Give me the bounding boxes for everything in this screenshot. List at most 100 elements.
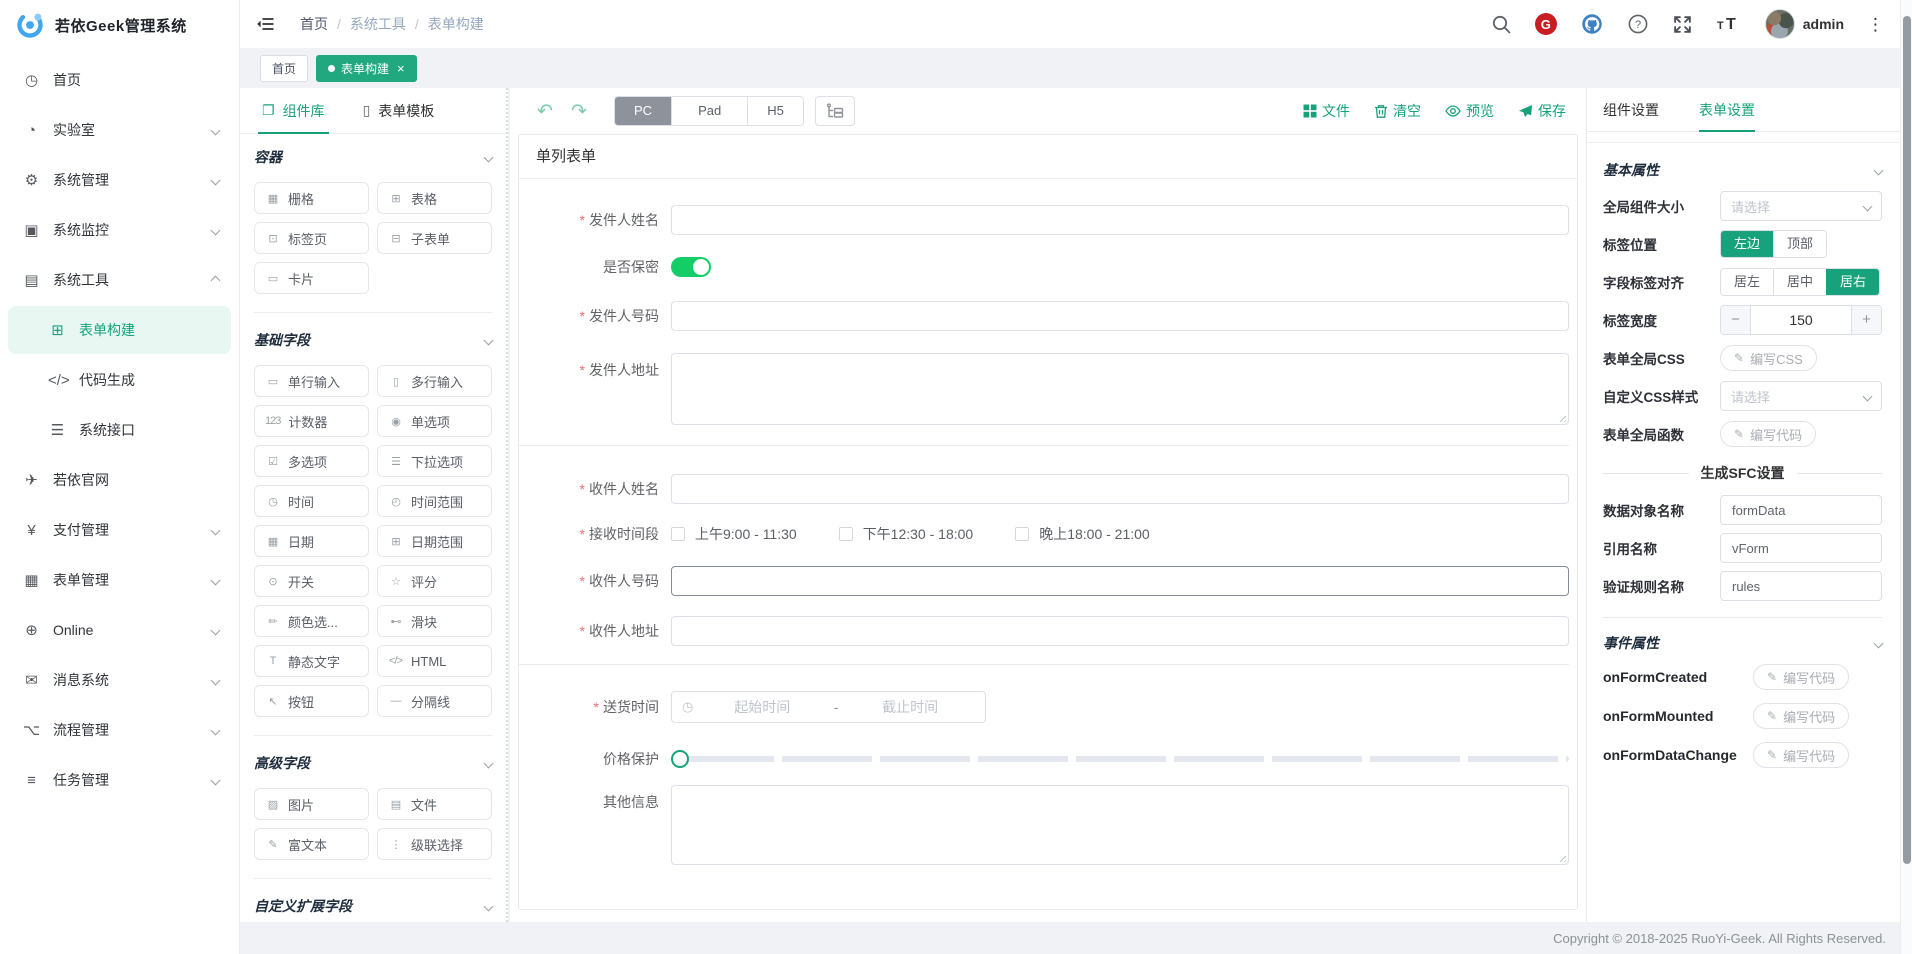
tag-form-build[interactable]: 表单构建 × xyxy=(316,55,417,82)
sidebar-item[interactable]: ◷ 首页 xyxy=(8,56,231,104)
widget-item[interactable]: ✎ 富文本 xyxy=(254,828,369,860)
increase-button[interactable]: + xyxy=(1851,306,1881,334)
checkbox-option[interactable]: 晚上18:00 - 21:00 xyxy=(1015,524,1150,544)
label-pos-top[interactable]: 顶部 xyxy=(1773,231,1826,257)
sender-phone-input[interactable] xyxy=(671,301,1569,331)
write-code-button[interactable]: ✎ 编写代码 xyxy=(1753,664,1849,690)
custom-css-select[interactable]: 请选择 xyxy=(1720,381,1882,411)
write-code-button[interactable]: ✎ 编写代码 xyxy=(1753,742,1849,768)
widget-item[interactable]: ◉ 单选项 xyxy=(377,405,492,437)
text-input[interactable]: rules xyxy=(1720,571,1882,601)
sidebar-item[interactable]: ⌥ 流程管理 xyxy=(8,706,231,754)
file-button[interactable]: 文件 xyxy=(1303,101,1350,121)
close-icon[interactable]: × xyxy=(397,62,405,75)
device-pad[interactable]: Pad xyxy=(671,97,747,125)
section-header[interactable]: 高级字段 xyxy=(254,750,492,776)
sidebar-item[interactable]: ✉ 消息系统 xyxy=(8,656,231,704)
help-icon[interactable]: ? xyxy=(1627,13,1649,35)
decrease-button[interactable]: − xyxy=(1721,306,1751,334)
preview-button[interactable]: 预览 xyxy=(1445,101,1494,121)
global-size-select[interactable]: 请选择 xyxy=(1720,191,1882,221)
widget-item[interactable]: </> HTML xyxy=(377,645,492,677)
widget-item[interactable]: T 静态文字 xyxy=(254,645,369,677)
widget-item[interactable]: ☰ 下拉选项 xyxy=(377,445,492,477)
widget-item[interactable]: ▦ 栅格 xyxy=(254,182,369,214)
redo-icon[interactable]: ↷ xyxy=(562,100,596,123)
search-icon[interactable] xyxy=(1491,14,1512,35)
widget-item[interactable]: ✏ 颜色选... xyxy=(254,605,369,637)
widget-item[interactable]: ⊙ 开关 xyxy=(254,565,369,597)
sidebar-item[interactable]: ≡ 任务管理 xyxy=(8,756,231,804)
user-menu[interactable]: admin xyxy=(1765,9,1844,39)
time-range-picker[interactable]: ◷ 起始时间 - 截止时间 xyxy=(671,691,986,723)
breadcrumb-home[interactable]: 首页 xyxy=(300,14,328,34)
widget-item[interactable]: ☆ 评分 xyxy=(377,565,492,597)
sidebar-item[interactable]: ▣ 系统监控 xyxy=(8,206,231,254)
tab-component-settings[interactable]: 组件设置 xyxy=(1603,88,1659,131)
device-pc[interactable]: PC xyxy=(615,97,671,125)
event-props-header[interactable]: 事件属性 xyxy=(1603,622,1882,664)
widget-item[interactable]: ⊟ 子表单 xyxy=(377,222,492,254)
sidebar-item[interactable]: ⊕ Online xyxy=(8,606,231,654)
sender-address-textarea[interactable] xyxy=(671,353,1569,425)
text-input[interactable]: vForm xyxy=(1720,533,1882,563)
sidebar-item[interactable]: ⚙ 系统管理 xyxy=(8,156,231,204)
fullscreen-icon[interactable] xyxy=(1672,14,1693,35)
section-header[interactable]: 基础字段 xyxy=(254,327,492,353)
widget-item[interactable]: ▦ 日期 xyxy=(254,525,369,557)
device-h5[interactable]: H5 xyxy=(747,97,803,125)
sidebar-item[interactable]: ☰ 系统接口 xyxy=(8,406,231,454)
font-size-icon[interactable]: TT xyxy=(1716,14,1742,34)
sidebar-item[interactable]: ▤ 系统工具 xyxy=(8,256,231,304)
widget-item[interactable]: ☑ 多选项 xyxy=(254,445,369,477)
sender-name-input[interactable] xyxy=(671,205,1569,235)
widget-item[interactable]: ⊞ 日期范围 xyxy=(377,525,492,557)
sidebar-fold-icon[interactable] xyxy=(256,14,276,34)
sidebar-item[interactable]: ◔ 实验室 xyxy=(8,106,231,154)
widget-item[interactable]: ↖ 按钮 xyxy=(254,685,369,717)
widget-item[interactable]: ⊷ 滑块 xyxy=(377,605,492,637)
align-right[interactable]: 居右 xyxy=(1826,269,1879,295)
slider-handle[interactable] xyxy=(671,750,689,768)
tab-form-settings[interactable]: 表单设置 xyxy=(1699,88,1755,131)
widget-item[interactable]: ◴ 时间范围 xyxy=(377,485,492,517)
widget-item[interactable]: ▭ 卡片 xyxy=(254,262,369,294)
widget-item[interactable]: ⊞ 表格 xyxy=(377,182,492,214)
tab-component-library[interactable]: ❐ 组件库 xyxy=(262,88,325,133)
widget-item[interactable]: 123 计数器 xyxy=(254,405,369,437)
sidebar-item[interactable]: ▦ 表单管理 xyxy=(8,556,231,604)
widget-item[interactable]: ▤ 文件 xyxy=(377,788,492,820)
sidebar-item[interactable]: ✈ 若依官网 xyxy=(8,456,231,504)
widget-item[interactable]: ▯ 多行输入 xyxy=(377,365,492,397)
checkbox-option[interactable]: 上午9:00 - 11:30 xyxy=(671,524,797,544)
breadcrumb-system-tools[interactable]: 系统工具 xyxy=(350,14,406,34)
section-header[interactable]: 容器 xyxy=(254,144,492,170)
slider-rail[interactable] xyxy=(684,756,1569,762)
sidebar-item[interactable]: ⊞ 表单构建 xyxy=(8,306,231,354)
text-input[interactable]: formData xyxy=(1720,495,1882,525)
receiver-name-input[interactable] xyxy=(671,474,1569,504)
save-button[interactable]: 保存 xyxy=(1518,101,1566,121)
receiver-phone-input[interactable] xyxy=(671,566,1569,596)
widget-item[interactable]: — 分隔线 xyxy=(377,685,492,717)
secret-toggle[interactable] xyxy=(671,257,711,277)
write-css-button[interactable]: ✎ 编写CSS xyxy=(1720,345,1817,371)
write-code-button[interactable]: ✎ 编写代码 xyxy=(1720,421,1816,447)
widget-item[interactable]: ◷ 时间 xyxy=(254,485,369,517)
widget-item[interactable]: ▭ 单行输入 xyxy=(254,365,369,397)
basic-props-header[interactable]: 基本属性 xyxy=(1603,149,1882,191)
sidebar-item[interactable]: </> 代码生成 xyxy=(8,356,231,404)
receiver-address-input[interactable] xyxy=(671,616,1569,646)
checkbox-option[interactable]: 下午12:30 - 18:00 xyxy=(839,524,974,544)
gitee-icon[interactable]: G xyxy=(1535,13,1557,35)
other-info-textarea[interactable] xyxy=(671,785,1569,865)
github-icon[interactable] xyxy=(1580,12,1604,36)
label-width-value[interactable]: 150 xyxy=(1751,306,1851,334)
scrollbar-thumb[interactable] xyxy=(1903,16,1911,864)
widget-item[interactable]: ⊡ 标签页 xyxy=(254,222,369,254)
write-code-button[interactable]: ✎ 编写代码 xyxy=(1753,703,1849,729)
clear-button[interactable]: 清空 xyxy=(1374,101,1421,121)
outline-tree-button[interactable] xyxy=(815,96,855,126)
section-header[interactable]: 自定义扩展字段 xyxy=(254,893,492,919)
undo-icon[interactable]: ↶ xyxy=(528,100,562,123)
